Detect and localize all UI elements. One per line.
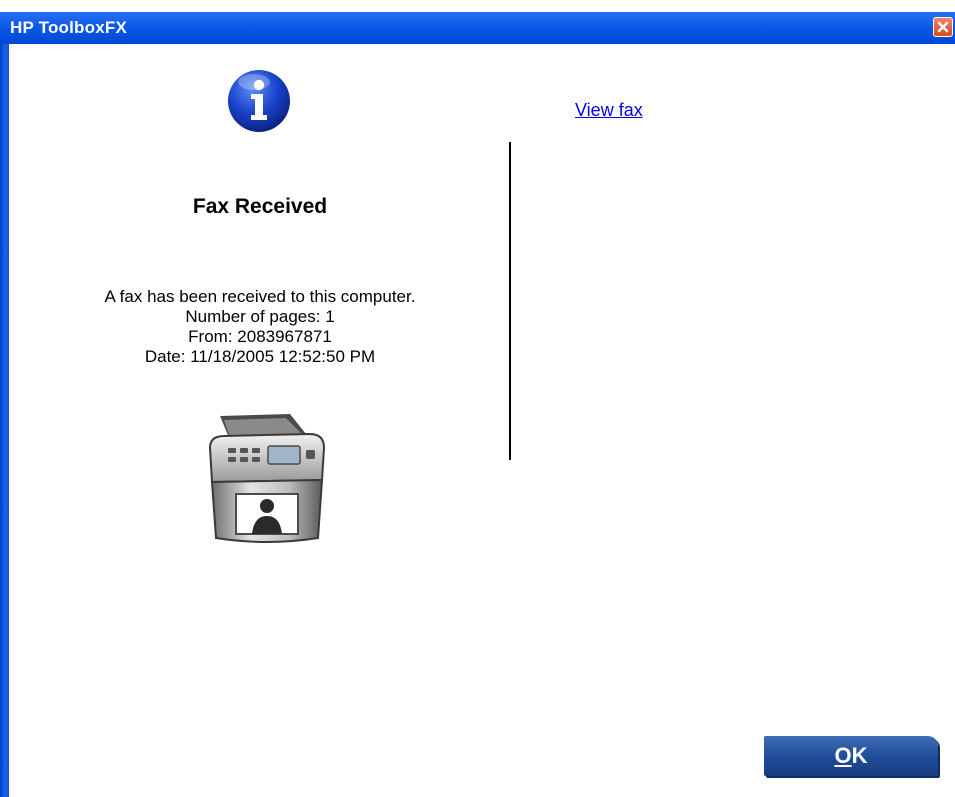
vertical-divider xyxy=(509,142,511,460)
view-fax-link[interactable]: View fax xyxy=(575,100,643,121)
printer-fax-icon xyxy=(208,414,326,543)
info-icon xyxy=(228,70,290,132)
date-line: Date: 11/18/2005 12:52:50 PM xyxy=(144,347,376,366)
from-line: From: 2083967871 xyxy=(188,327,332,346)
window-frame-left xyxy=(0,44,9,797)
ok-button[interactable]: OK xyxy=(764,736,938,776)
message-line: A fax has been received to this computer… xyxy=(104,287,416,306)
close-button[interactable] xyxy=(933,17,953,37)
ok-button-mnemonic: O xyxy=(834,743,852,768)
title-bar[interactable]: HP ToolboxFX xyxy=(0,12,955,44)
pages-line: Number of pages: 1 xyxy=(185,307,335,326)
ok-button-label: K xyxy=(851,743,868,768)
fax-details: A fax has been received to this computer… xyxy=(40,287,480,367)
fax-received-dialog: HP ToolboxFX View fax Fax Received A fax… xyxy=(0,0,955,797)
close-icon xyxy=(937,21,949,33)
window-title: HP ToolboxFX xyxy=(10,18,127,37)
dialog-heading: Fax Received xyxy=(192,195,328,218)
